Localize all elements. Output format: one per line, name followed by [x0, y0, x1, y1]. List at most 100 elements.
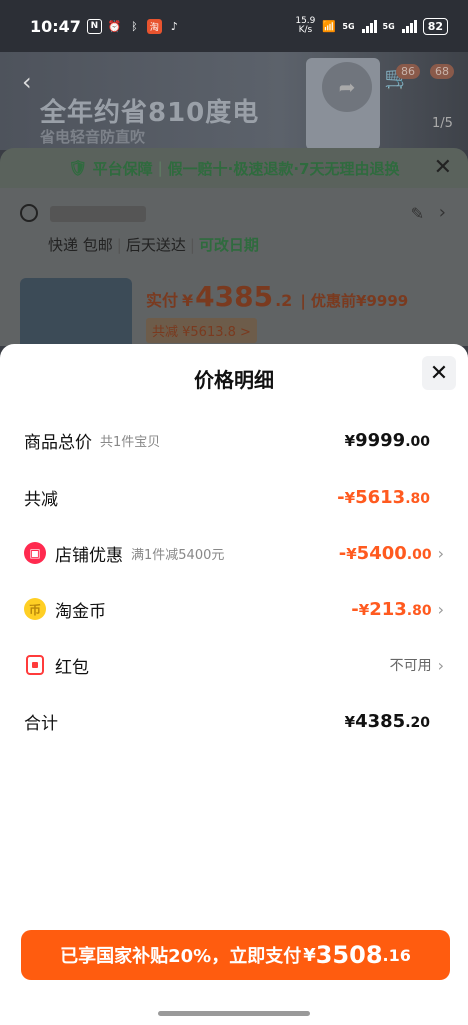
currency-symbol: ¥ [344, 712, 356, 731]
row-goods-total: 商品总价 共1件宝贝 ¥9999.00 [0, 420, 468, 460]
signal-icon [361, 19, 377, 33]
row-sub: 共1件宝贝 [100, 434, 161, 450]
row-amount: - ¥213.80 [351, 599, 431, 620]
row-label: 商品总价 [24, 432, 92, 453]
row-amount: - ¥5613.80 [337, 487, 430, 508]
row-grand-total: 合计 ¥4385.20 [0, 701, 468, 741]
close-icon: ✕ [429, 360, 449, 386]
delivery-express: 快递 包邮 [48, 236, 113, 254]
chevron-right-icon: › [437, 543, 444, 563]
chevron-right-icon: › [437, 599, 444, 619]
row-label: 共减 [24, 489, 58, 510]
signal-icon [401, 19, 417, 33]
amount-dec: .80 [406, 602, 432, 619]
edit-icon[interactable]: ✎ [411, 204, 424, 223]
amount-int: 9999 [355, 429, 406, 451]
row-sub: 满1件减5400元 [131, 547, 225, 563]
currency-symbol: ¥ [344, 488, 356, 507]
shield-icon: 🛡 [68, 159, 88, 177]
currency-symbol: ¥ [344, 431, 356, 450]
banner-ad-line2: 省电轻音防直吹 [40, 128, 146, 146]
network-tag-2: 5G [382, 21, 395, 31]
amount-dec: .00 [406, 546, 432, 563]
amount-int: 5613 [355, 486, 406, 508]
delivery-info: 快递 包邮 | 后天送达 | 可改日期 [48, 236, 259, 254]
pay-now-button[interactable]: 已享国家补贴20%，立即支付 ¥3508.16 [21, 930, 450, 980]
wifi-icon: 📶 [322, 19, 336, 33]
delivery-arrival: 后天送达 [125, 236, 186, 254]
coin-icon: 币 [24, 598, 46, 620]
orig-label: 优惠前 [311, 292, 357, 310]
paid-dec: .2 [275, 291, 293, 310]
guarantee-items: 假一赔十·极速退款·7天无理由退换 [167, 159, 400, 178]
network-tag-1: 5G [342, 21, 355, 31]
row-amount: ¥4385.20 [345, 711, 430, 732]
row-amount: - ¥5400.00 [339, 543, 432, 564]
amount-dec: .20 [405, 714, 430, 731]
cart-badge: 68 [430, 64, 454, 79]
platform-guarantee-bar: 🛡 平台保障 | 假一赔十·极速退款·7天无理由退换 ✕ [0, 148, 468, 188]
red-packet-icon [26, 655, 44, 675]
paid-int: 4385 [195, 280, 274, 313]
product-thumbnail [20, 278, 132, 354]
row-label: 合计 [24, 713, 58, 734]
bluetooth-icon: ᛒ [131, 19, 138, 33]
orig-price: | 优惠前¥9999 [300, 292, 409, 310]
net-speed: 15.9 K/s [295, 17, 315, 35]
shop-icon: ▣ [24, 542, 46, 564]
alarm-icon: ⏰ [107, 19, 122, 33]
currency-symbol: ¥ [303, 944, 316, 966]
chevron-right-icon: › [437, 655, 444, 675]
currency-symbol: ¥ [358, 600, 370, 619]
amount-int: 5400 [356, 542, 407, 564]
currency-symbol: ¥ [346, 544, 357, 563]
pay-button-label: 已享国家补贴20%，立即支付 [60, 946, 302, 967]
amount-dec: .00 [405, 433, 430, 450]
row-label: 店铺优惠 [55, 545, 123, 566]
orig-value: ¥9999 [356, 292, 409, 310]
row-shop-discount[interactable]: ▣ 店铺优惠 满1件减5400元 - ¥5400.00 › [0, 533, 468, 573]
amount-int: 213 [369, 598, 407, 620]
close-icon[interactable]: ✕ [434, 155, 452, 180]
row-taojinbi[interactable]: 币 淘金币 - ¥213.80 › [0, 589, 468, 629]
minus-sign: - [337, 486, 345, 508]
share-icon[interactable]: ➦ [322, 62, 372, 112]
pay-amount-dec: .16 [382, 945, 411, 965]
banner-ad-line1: 全年约省810度电 [40, 98, 260, 128]
amount-dec: .80 [405, 490, 430, 507]
pay-amount-int: 3508 [315, 941, 383, 969]
amount-int: 4385 [355, 710, 406, 732]
row-amount: ¥9999.00 [345, 430, 430, 451]
row-label: 红包 [55, 657, 89, 678]
currency-symbol: ¥ [182, 291, 194, 310]
address-redacted [50, 206, 146, 222]
paid-price: 实付 ¥ 4385 .2 | 优惠前¥9999 [146, 280, 408, 313]
cart-badge: 86 [396, 64, 420, 79]
minus-sign: - [351, 598, 359, 620]
row-red-packet[interactable]: 红包 不可用 › [0, 645, 468, 685]
sheet-title: 价格明细 [194, 368, 274, 392]
status-time: 10:47 [30, 16, 81, 36]
image-pager: 1/5 [432, 116, 453, 131]
battery-indicator: 82 [422, 17, 448, 35]
home-indicator[interactable] [158, 1011, 310, 1016]
row-total-reduction: 共减 - ¥5613.80 [0, 477, 468, 517]
address-section: ✎ › 快递 包邮 | 后天送达 | 可改日期 [0, 188, 468, 268]
guarantee-title: 平台保障 [92, 159, 153, 178]
status-right: 15.9 K/s 📶 5G 5G 82 [295, 17, 448, 35]
red-packet-status: 不可用 [389, 658, 432, 674]
back-arrow-icon[interactable]: ‹ [22, 68, 32, 96]
row-label: 淘金币 [55, 601, 106, 622]
status-bar: 10:47 N ⏰ ᛒ 淘 ♪ 15.9 K/s 📶 5G 5G 82 [0, 0, 468, 52]
chevron-right-icon[interactable]: › [439, 202, 446, 223]
total-reduction-badge[interactable]: 共减 ¥5613.8 > [146, 318, 257, 343]
n-app-icon: N [86, 18, 102, 34]
minus-sign: - [338, 542, 347, 564]
divider: | [157, 159, 163, 177]
location-pin-icon [20, 204, 38, 222]
change-date-link[interactable]: 可改日期 [199, 236, 259, 254]
net-speed-unit: K/s [298, 25, 313, 35]
close-button[interactable]: ✕ [422, 356, 456, 390]
notification-icons: N ⏰ ᛒ 淘 ♪ [86, 18, 182, 34]
paid-label: 实付 [146, 291, 179, 310]
